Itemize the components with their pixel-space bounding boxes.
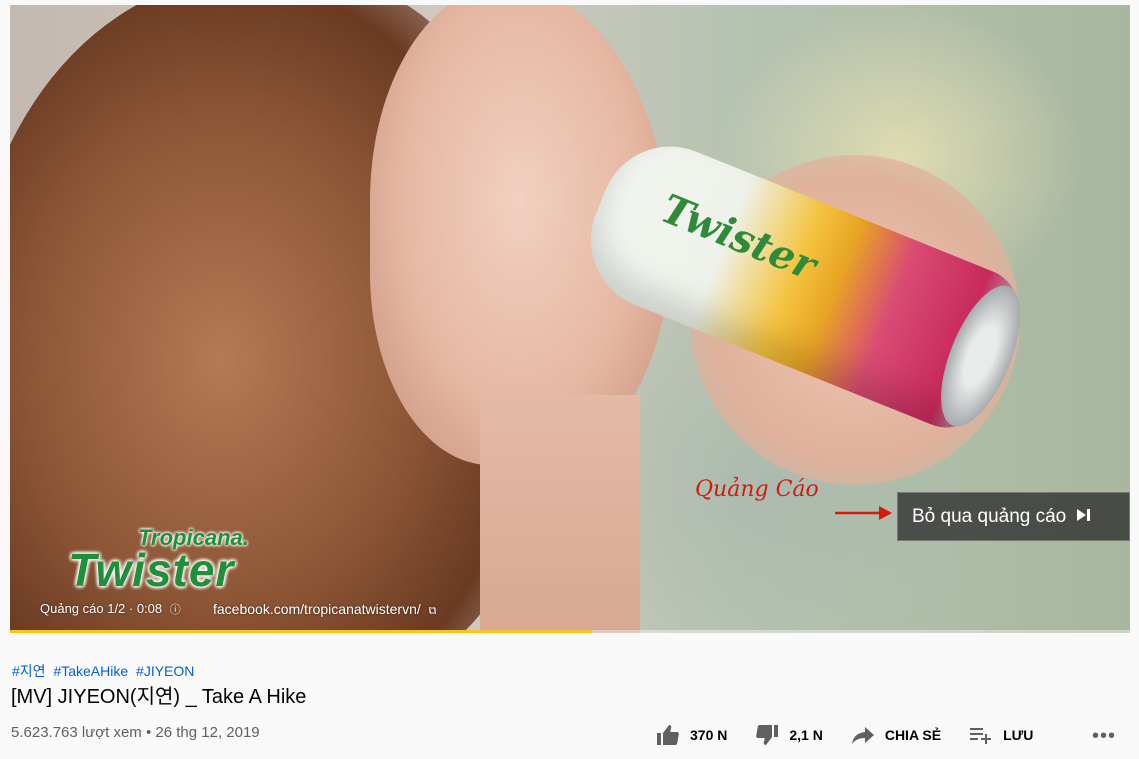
annotation-label: Quảng Cáo — [695, 477, 819, 502]
save-label: LƯU — [1003, 727, 1034, 743]
ad-info-text: Quảng cáo 1/2 · 0:08 — [40, 601, 163, 616]
like-count: 370 N — [690, 727, 728, 743]
can-label: Twister — [654, 185, 823, 290]
hashtag-link[interactable]: #JIYEON — [136, 663, 194, 679]
hashtag-link[interactable]: #지연 — [12, 663, 46, 679]
info-icon[interactable]: ⓘ — [170, 601, 181, 617]
publish-date: 26 thg 12, 2019 — [155, 724, 260, 741]
skip-ad-label: Bỏ qua quảng cáo — [912, 505, 1067, 527]
video-frame-neck — [480, 395, 640, 633]
meta-separator: • — [145, 724, 152, 741]
video-actions: 370 N 2,1 N CHIA SẺ LƯU — [656, 724, 1061, 746]
external-link-icon: ⧉ — [428, 605, 437, 617]
share-arrow-icon — [851, 727, 874, 744]
thumbs-down-icon — [756, 725, 779, 745]
video-title: [MV] JIYEON(지연) _ Take A Hike — [11, 686, 307, 708]
like-button[interactable]: 370 N — [656, 724, 727, 746]
more-actions-icon[interactable]: ••• — [1092, 725, 1116, 748]
share-label: CHIA SẺ — [884, 727, 942, 743]
ad-link-text[interactable]: facebook.com/tropicanatwistervn/ — [213, 601, 421, 617]
dislike-button[interactable]: 2,1 N — [755, 724, 823, 746]
ad-progress-bar[interactable] — [10, 630, 1130, 633]
ad-link[interactable]: facebook.com/tropicanatwistervn/ ⧉ — [213, 601, 437, 618]
thumbs-up-icon — [657, 725, 679, 745]
advertiser-logo: Tropicana. Twister — [68, 525, 268, 605]
video-player[interactable]: Twister Tropicana. Twister Quảng cáo 1/2… — [10, 5, 1130, 633]
hashtag-link[interactable]: #TakeAHike — [53, 663, 128, 679]
share-button[interactable]: CHIA SẺ — [851, 725, 941, 745]
ad-progress-fill — [10, 630, 593, 633]
dislike-count: 2,1 N — [789, 727, 823, 743]
ad-info: Quảng cáo 1/2 · 0:08 ⓘ — [40, 601, 181, 617]
advertiser-logo-bottom: Twister — [68, 544, 235, 596]
annotation-arrow-icon — [835, 503, 893, 528]
view-count: 5.623.763 lượt xem — [11, 724, 142, 741]
playlist-add-icon — [970, 728, 992, 744]
video-meta: 5.623.763 lượt xem • 26 thg 12, 2019 — [11, 724, 260, 741]
skip-ad-button[interactable]: Bỏ qua quảng cáo — [897, 492, 1130, 541]
skip-next-icon — [1076, 508, 1092, 525]
hashtags: #지연 #TakeAHike #JIYEON — [12, 661, 198, 681]
save-button[interactable]: LƯU — [969, 725, 1033, 745]
